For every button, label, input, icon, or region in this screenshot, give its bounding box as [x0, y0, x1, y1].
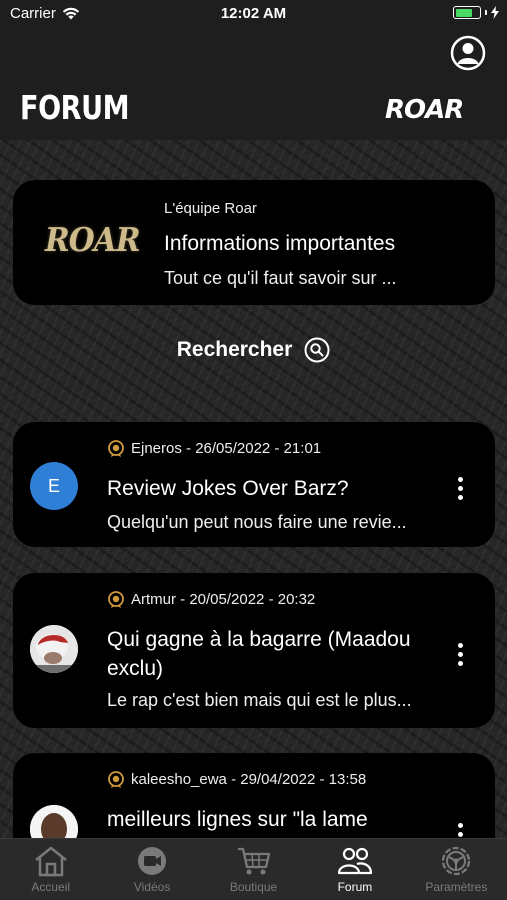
more-options-icon[interactable] — [451, 477, 469, 500]
post-author[interactable]: Artmur — [131, 591, 176, 608]
avatar[interactable] — [30, 625, 78, 673]
tab-label: Accueil — [31, 880, 71, 894]
profile-icon[interactable] — [450, 35, 486, 71]
tab-label: Vidéos — [133, 880, 171, 894]
roar-logo: ROAR — [385, 95, 464, 125]
search-button[interactable]: Rechercher — [0, 337, 507, 363]
charging-bolt-icon — [491, 6, 499, 19]
tab-bar: Accueil Vidéos Boutique Forum Paramètres — [0, 838, 507, 900]
post-excerpt: Le rap c'est bien mais qui est le plus..… — [107, 690, 412, 710]
announcement-author: L'équipe Roar — [164, 200, 257, 217]
video-icon — [138, 847, 167, 875]
status-bar: Carrier 12:02 AM — [0, 0, 507, 28]
post-excerpt: Quelqu'un peut nous faire une revie... — [107, 512, 407, 532]
battery-indicator — [453, 6, 499, 19]
post-author[interactable]: Ejneros — [131, 440, 182, 457]
tab-boutique[interactable]: Boutique — [203, 839, 304, 900]
tab-accueil[interactable]: Accueil — [0, 839, 101, 900]
tab-videos[interactable]: Vidéos — [101, 839, 202, 900]
users-icon — [337, 847, 373, 875]
more-options-icon[interactable] — [451, 643, 469, 666]
roar-team-logo: ROAR — [45, 220, 141, 259]
search-label: Rechercher — [176, 338, 293, 361]
post-date: - 29/04/2022 - 13:58 — [226, 770, 367, 788]
status-time: 12:02 AM — [220, 5, 287, 22]
announcement-title: Informations importantes — [164, 232, 396, 255]
announcement-excerpt: Tout ce qu'il faut savoir sur ... — [164, 268, 397, 288]
gear-icon — [442, 846, 471, 876]
badge-icon — [108, 440, 124, 457]
badge-icon — [108, 771, 124, 788]
user-photo-icon — [30, 625, 78, 673]
post-title: meilleurs lignes sur "la lame — [107, 808, 368, 831]
post-meta: kaleesho_ewa - 29/04/2022 - 13:58 — [107, 770, 366, 788]
tab-label: Paramètres — [425, 880, 488, 894]
battery-icon — [453, 6, 481, 19]
badge-icon — [108, 591, 124, 608]
tab-label: Boutique — [229, 880, 278, 894]
forum-post[interactable]: Ejneros - 26/05/2022 - 21:01 E Review Jo… — [13, 422, 495, 547]
cart-icon — [237, 847, 270, 875]
home-icon — [34, 846, 67, 877]
search-icon — [304, 337, 330, 363]
post-meta: Ejneros - 26/05/2022 - 21:01 — [107, 439, 321, 457]
post-meta: Artmur - 20/05/2022 - 20:32 — [107, 590, 315, 608]
forum-post[interactable]: Artmur - 20/05/2022 - 20:32 Qui gagne à … — [13, 573, 495, 728]
tab-parametres[interactable]: Paramètres — [406, 839, 507, 900]
announcement-card[interactable]: ROAR L'équipe Roar Informations importan… — [13, 180, 495, 305]
page-title: FORUM — [20, 88, 130, 127]
avatar[interactable]: E — [30, 462, 78, 510]
post-date: - 20/05/2022 - 20:32 — [176, 590, 316, 608]
post-date: - 26/05/2022 - 21:01 — [181, 439, 322, 457]
post-title: Review Jokes Over Barz? — [107, 477, 349, 500]
post-title: Qui gagne à la bagarre (Maadou exclu) — [107, 628, 411, 680]
post-author[interactable]: kaleesho_ewa — [131, 771, 227, 788]
tab-label: Forum — [337, 880, 373, 894]
tab-forum[interactable]: Forum — [304, 839, 405, 900]
